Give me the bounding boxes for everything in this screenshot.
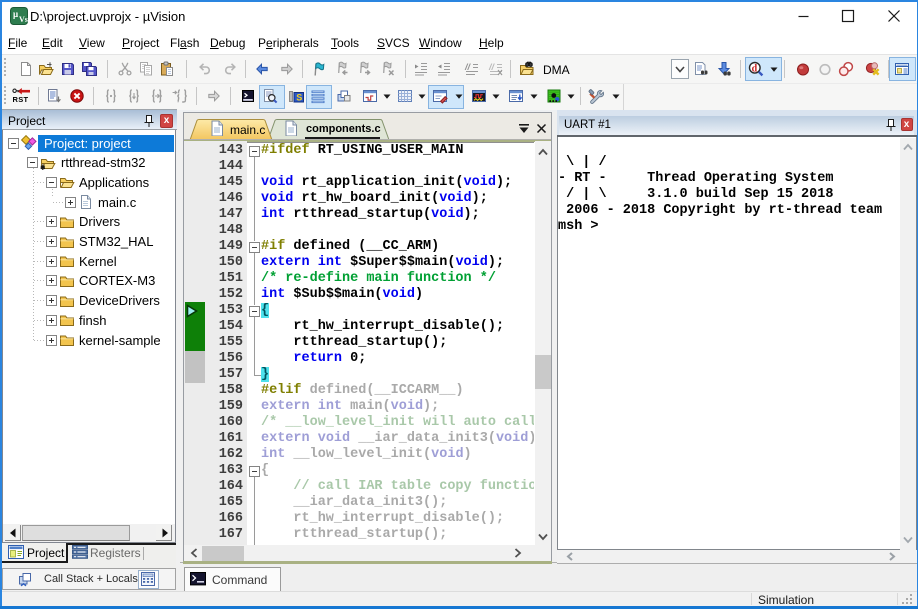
svg-text:RST: RST — [13, 95, 29, 103]
svg-text:d: d — [752, 63, 758, 74]
svg-text:Vs: Vs — [19, 15, 28, 24]
svg-text:μ: μ — [13, 9, 18, 19]
svg-text://: // — [464, 62, 472, 72]
svg-text:S: S — [296, 92, 302, 102]
svg-text://: // — [488, 62, 496, 72]
